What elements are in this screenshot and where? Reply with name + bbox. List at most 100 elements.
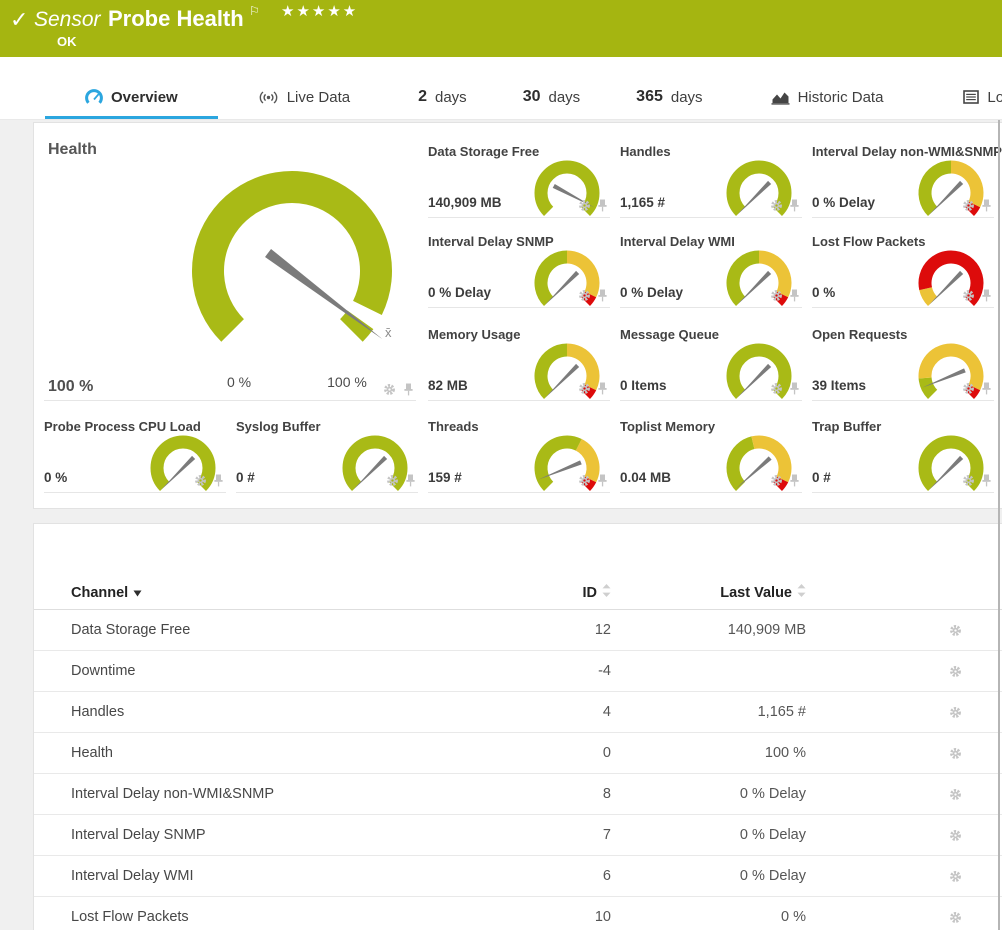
channel-settings-gear-icon[interactable] [932,788,962,801]
channel-last-value: 0 % Delay [611,827,806,843]
channel-settings-gear-icon[interactable] [932,747,962,760]
gear-icon[interactable] [770,474,783,487]
gauge-tile: Open Requests 39 Items [812,324,994,401]
channel-name: Data Storage Free [71,622,501,638]
gear-icon[interactable] [770,382,783,395]
gauge-title: Syslog Buffer [236,419,321,434]
tab-365-days[interactable]: 365 days [608,75,730,119]
gauge-dial [719,336,799,416]
gear-icon[interactable] [962,199,975,212]
tab-label: Overview [111,89,178,106]
channel-settings-gear-icon[interactable] [932,706,962,719]
gauge-value: 0 # [236,470,255,485]
gauge-title: Memory Usage [428,327,520,342]
gauge-value: 0 % Delay [620,285,683,300]
column-header-id[interactable]: ID [501,584,611,601]
gear-icon[interactable] [962,382,975,395]
channel-last-value: 0 % Delay [611,786,806,802]
tab-live-data[interactable]: Live Data [218,75,390,119]
table-row: Lost Flow Packets 10 0 % [34,897,1002,930]
average-marker: x̄ [385,325,392,340]
gear-icon[interactable] [578,199,591,212]
channel-settings-gear-icon[interactable] [932,870,962,883]
column-header-channel[interactable]: Channel [71,585,501,601]
gauge-value: 159 # [428,470,462,485]
priority-stars[interactable]: ★★★★★ [281,2,358,20]
channel-settings-gear-icon[interactable] [932,911,962,924]
gauge-max-label: 100 % [307,374,387,390]
gauge-dial [143,428,223,508]
tab-overview[interactable]: Overview [45,75,218,119]
gauge-tile: Probe Process CPU Load 0 % [44,416,226,493]
tab-icon [258,90,279,105]
gauge-title: Toplist Memory [620,419,715,434]
tab-label: Log [987,89,1002,106]
gear-icon[interactable] [962,289,975,302]
table-header-row: Channel ID Last Value [34,576,1002,610]
gear-icon[interactable] [578,474,591,487]
pin-icon[interactable] [597,474,608,487]
pin-icon[interactable] [789,199,800,212]
gauge-title: Message Queue [620,327,719,342]
sensor-header: ✓ Sensor Probe Health ⚐ ★★★★★ OK [0,0,1002,57]
gauge-value: 39 Items [812,378,866,393]
table-row: Health 0 100 % [34,733,1002,774]
pin-icon[interactable] [789,382,800,395]
tab-label: days [435,89,467,106]
gauge-dial [911,428,991,508]
gauge-tile: Handles 1,165 # [620,141,802,218]
tab-log[interactable]: Log [923,75,1002,119]
pin-icon[interactable] [597,199,608,212]
channel-name: Handles [71,704,501,720]
sort-icon [797,584,806,601]
tab-30-days[interactable]: 30 days [495,75,608,119]
gauge-dial [527,243,607,323]
pin-icon[interactable] [789,289,800,302]
pin-icon[interactable] [981,199,992,212]
sensor-status-text: OK [57,34,77,49]
gear-icon[interactable] [578,382,591,395]
pin-icon[interactable] [597,289,608,302]
pin-icon[interactable] [213,474,224,487]
pin-icon[interactable] [405,474,416,487]
gear-icon[interactable] [383,383,396,396]
tab-2-days[interactable]: 2 days [390,75,495,119]
gear-icon[interactable] [770,199,783,212]
gauge-dial [527,428,607,508]
pin-icon[interactable] [981,382,992,395]
gear-icon[interactable] [386,474,399,487]
pin-icon[interactable] [403,383,414,396]
gauge-value: 82 MB [428,378,468,393]
tab-historic-data[interactable]: Historic Data [731,75,924,119]
column-header-last-value[interactable]: Last Value [611,584,806,601]
channel-settings-gear-icon[interactable] [932,665,962,678]
channel-last-value: 0 % [611,909,806,925]
gauge-tile: Message Queue 0 Items [620,324,802,401]
channel-id: 4 [501,704,611,720]
gear-icon[interactable] [194,474,207,487]
pin-icon[interactable] [981,474,992,487]
sensor-type-label: Sensor [34,8,101,32]
table-row: Data Storage Free 12 140,909 MB [34,610,1002,651]
gauge-title: Trap Buffer [812,419,881,434]
channel-settings-gear-icon[interactable] [932,624,962,637]
pin-icon[interactable] [597,382,608,395]
flag-icon[interactable]: ⚐ [249,4,260,18]
gear-icon[interactable] [962,474,975,487]
tab-label: days [671,89,703,106]
channel-last-value: 140,909 MB [611,622,806,638]
channel-name: Interval Delay SNMP [71,827,501,843]
page-edge-divider [998,120,1000,930]
gear-icon[interactable] [578,289,591,302]
gauge-dial [911,243,991,323]
table-row: Handles 4 1,165 # [34,692,1002,733]
gauge-value: 140,909 MB [428,195,502,210]
tab-icon [85,89,103,105]
channel-settings-gear-icon[interactable] [932,829,962,842]
pin-icon[interactable] [981,289,992,302]
channels-table: Channel ID Last Value Data Storage Free … [34,576,1002,930]
pin-icon[interactable] [789,474,800,487]
gauge-value: 0 # [812,470,831,485]
gear-icon[interactable] [770,289,783,302]
gauge-tile: Interval Delay WMI 0 % Delay [620,231,802,308]
